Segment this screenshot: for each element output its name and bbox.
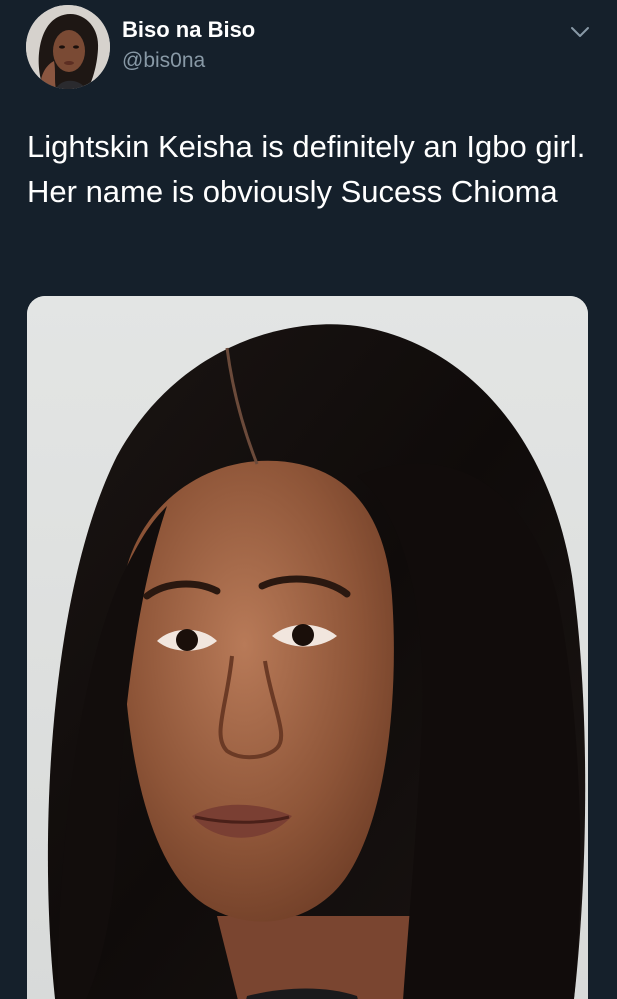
chevron-down-icon [571, 27, 589, 37]
tweet-text: Lightskin Keisha is definitely an Igbo g… [27, 129, 586, 209]
author-handle[interactable]: @bis0na [122, 49, 205, 73]
photo-portrait-icon [27, 296, 588, 999]
tweet: Biso na Biso @bis0na Lightskin Keisha is… [0, 0, 617, 999]
avatar[interactable] [26, 5, 110, 89]
more-options-button[interactable] [566, 20, 594, 44]
author-display-name[interactable]: Biso na Biso [122, 17, 255, 43]
tweet-media-photo[interactable] [27, 296, 588, 999]
profile-photo-icon [26, 5, 110, 89]
